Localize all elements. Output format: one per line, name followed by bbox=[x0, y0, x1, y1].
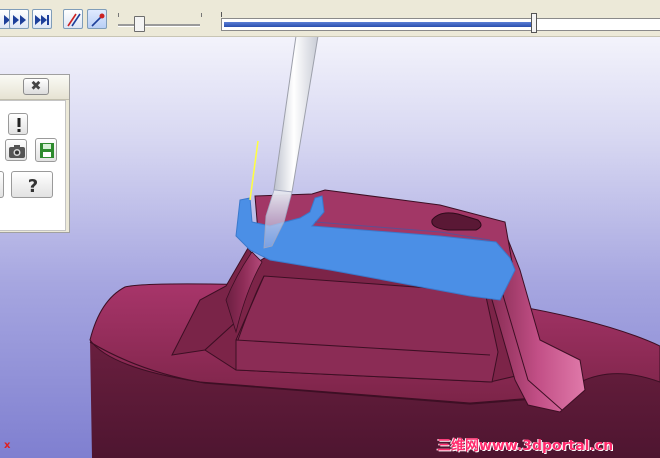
panel-title-bar: ✖ bbox=[0, 75, 69, 100]
machining-scene bbox=[89, 35, 660, 458]
skip-to-end-icon bbox=[35, 15, 49, 25]
3d-viewport[interactable]: ✖ ? x 三维网www.3dportal.cn bbox=[0, 0, 660, 458]
progress-fill bbox=[224, 22, 534, 27]
save-button[interactable] bbox=[35, 138, 57, 162]
axis-x-label: x bbox=[4, 440, 11, 451]
simulation-progress-bar[interactable] bbox=[221, 18, 660, 31]
fast-forward-button[interactable] bbox=[9, 9, 29, 29]
progress-start-tick bbox=[221, 12, 222, 17]
fast-forward-icon bbox=[13, 15, 26, 25]
help-button[interactable]: ? bbox=[11, 171, 53, 198]
speed-slider-ticks bbox=[118, 13, 202, 17]
tool-probe-button[interactable] bbox=[87, 9, 107, 29]
panel-left-button[interactable] bbox=[0, 171, 4, 198]
question-mark-icon: ? bbox=[28, 176, 38, 197]
tool-path-icon bbox=[67, 13, 81, 27]
alert-button[interactable] bbox=[8, 113, 28, 135]
watermark-text: 三维网www.3dportal.cn bbox=[437, 438, 614, 454]
panel-close-button[interactable]: ✖ bbox=[23, 78, 49, 95]
panel-body: ? bbox=[0, 100, 66, 231]
speed-slider-thumb[interactable] bbox=[133, 16, 145, 32]
svg-text:?: ? bbox=[28, 176, 38, 197]
tool-probe-icon bbox=[91, 13, 105, 27]
skip-to-end-button[interactable] bbox=[32, 9, 52, 29]
camera-icon bbox=[9, 145, 25, 158]
simulation-toolbar bbox=[0, 0, 660, 37]
progress-marker[interactable] bbox=[531, 13, 538, 33]
tool-path-button[interactable] bbox=[63, 9, 83, 29]
snapshot-button[interactable] bbox=[5, 139, 27, 161]
save-disk-icon bbox=[40, 143, 54, 158]
toolpath-line bbox=[249, 140, 259, 201]
simulation-control-panel: ✖ ? bbox=[0, 74, 70, 233]
speed-slider-track[interactable] bbox=[118, 24, 200, 27]
exclamation-icon bbox=[17, 118, 21, 132]
